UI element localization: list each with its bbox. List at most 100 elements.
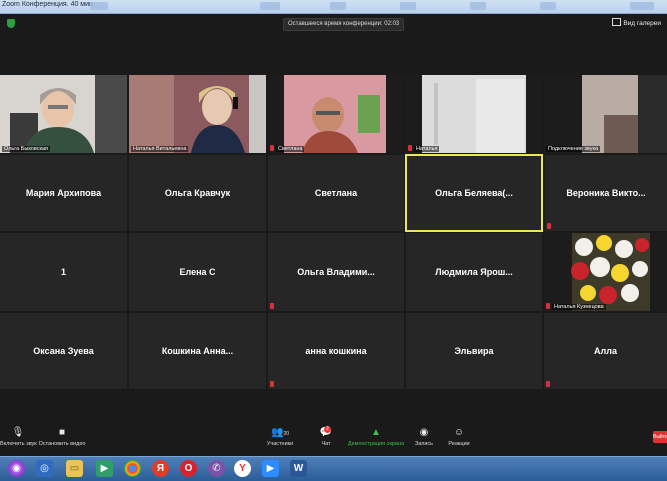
window-titlebar: Zoom Конференция. 40 мин (0, 0, 667, 14)
record-button[interactable]: ◉ Запись (412, 427, 436, 448)
participant-name: Ольга Владими... (297, 267, 375, 277)
participant-video-tile[interactable]: Ольга Быковская (0, 75, 127, 153)
participant-tile[interactable]: Ольга Владими... (268, 233, 404, 311)
leave-meeting-button[interactable]: Выйти (653, 431, 667, 443)
participant-video (544, 75, 667, 153)
window-title: Zoom Конференция. 40 мин (2, 1, 93, 8)
chat-label: Чат (321, 441, 331, 447)
participant-tile[interactable]: Эльвира (406, 313, 542, 389)
participants-icon: 👥20 (270, 427, 289, 438)
participant-tile[interactable]: 1 (0, 233, 127, 311)
share-screen-label: Демонстрация экрана (347, 441, 405, 447)
participant-tile[interactable]: Людмила Ярош... (406, 233, 542, 311)
participant-video-tile[interactable]: Наталья Витальевна (129, 75, 266, 153)
participant-name: Ольга Быковская (2, 146, 51, 152)
participant-video (129, 75, 266, 153)
reactions-button[interactable]: ☺ Реакции (446, 427, 472, 448)
reactions-label: Реакции (448, 441, 470, 447)
participant-name: Светлана (314, 188, 358, 198)
opera-icon[interactable]: O (180, 460, 197, 477)
meeting-timer: Оставшееся время конференции: 02:03 (283, 18, 405, 31)
title-blur (330, 2, 346, 10)
participant-video-tile[interactable]: Наталья Кузнецова (544, 233, 667, 311)
video-camera-icon: ■ (58, 427, 66, 438)
participant-name: Подключение звука (546, 146, 601, 152)
viber-icon[interactable]: ✆ (208, 460, 225, 477)
participant-name: Вероника Викто... (566, 188, 646, 198)
view-mode-label: Вид галереи (623, 20, 661, 27)
unmute-label: Включить звук (0, 441, 37, 447)
participant-video (268, 75, 404, 153)
unmute-button[interactable]: 🎙 Включить звук (0, 428, 37, 448)
start-orb-icon[interactable]: ◎ (36, 460, 53, 477)
participant-name: Кошкина Анна... (161, 346, 234, 356)
word-icon[interactable]: W (290, 460, 307, 477)
title-blur (400, 2, 416, 10)
chat-icon: 💬2 (316, 426, 336, 438)
record-icon: ◉ (419, 427, 429, 438)
participant-name: Оксана Зуева (33, 346, 94, 356)
explorer-icon[interactable]: ▭ (66, 460, 83, 477)
meeting-toolbar: 🎙 Включить звук ■ Остановить видео 👥20 У… (0, 424, 667, 454)
title-blur (630, 2, 654, 10)
participant-tile-active-speaker[interactable]: Ольга Беляева(... (405, 154, 543, 232)
grid-icon (612, 18, 622, 26)
participant-name: Ольга Беляева(... (435, 188, 513, 198)
reactions-icon: ☺ (453, 427, 465, 438)
participant-tile[interactable]: Кошкина Анна... (129, 313, 266, 389)
stop-video-label: Остановить видео (38, 441, 86, 447)
participant-name: Мария Архипова (25, 188, 102, 198)
yandex-icon[interactable]: Y (234, 460, 251, 477)
muted-mic-icon (547, 223, 551, 229)
participant-video (0, 75, 127, 153)
participant-tile[interactable]: анна кошкина (268, 313, 404, 389)
meeting-header: Оставшееся время конференции: 02:03 Вид … (0, 14, 667, 34)
os-taskbar: ◉ ◎ ▭ ▶ Я O ✆ Y ▶ W (0, 456, 667, 481)
record-label: Запись (414, 441, 434, 447)
participant-name: анна кошкина (305, 346, 367, 356)
zoom-icon[interactable]: ▶ (262, 460, 279, 477)
participant-name: Наталья Кузнецова (552, 304, 606, 310)
muted-mic-icon (270, 303, 274, 309)
shield-icon[interactable] (7, 19, 15, 28)
participant-video-tile[interactable]: Наталья (406, 75, 542, 153)
participant-name: Людмила Ярош... (435, 267, 513, 277)
title-blur (260, 2, 280, 10)
muted-mic-icon (270, 145, 274, 151)
participants-count: 20 (283, 431, 289, 437)
participant-name: Елена С (179, 267, 216, 277)
chat-button[interactable]: 💬2 Чат (316, 426, 336, 447)
yandex-alice-icon[interactable]: ◉ (8, 460, 25, 477)
participant-video-tile[interactable]: Светлана (268, 75, 404, 153)
share-screen-icon: ▲ (371, 427, 381, 438)
participant-name: Светлана (276, 146, 305, 152)
stop-video-button[interactable]: ■ Остановить видео (38, 427, 86, 448)
title-blur (540, 2, 556, 10)
participant-tile[interactable]: Елена С (129, 233, 266, 311)
participant-tile[interactable]: Оксана Зуева (0, 313, 127, 389)
participants-button[interactable]: 👥20 Участники (264, 427, 296, 448)
participant-tile[interactable]: Вероника Викто... (545, 155, 667, 231)
participant-name: 1 (60, 267, 66, 277)
participant-name: Алла (594, 346, 617, 356)
chrome-icon[interactable] (124, 460, 141, 477)
participant-video (544, 233, 667, 311)
muted-mic-icon (270, 381, 274, 387)
view-mode-button[interactable]: Вид галереи (612, 18, 661, 27)
title-blur (470, 2, 486, 10)
participant-name: Эльвира (454, 346, 494, 356)
participant-tile[interactable]: Ольга Кравчук (129, 155, 266, 231)
media-player-icon[interactable]: ▶ (96, 460, 113, 477)
share-screen-button[interactable]: ▲ Демонстрация экрана (346, 427, 406, 448)
participants-label: Участники (266, 441, 294, 447)
title-blur (90, 2, 108, 10)
participant-tile[interactable]: Мария Архипова (0, 155, 127, 231)
participant-video-tile[interactable]: Подключение звука (544, 75, 667, 153)
participant-tile[interactable]: Светлана (268, 155, 404, 231)
muted-mic-icon (408, 145, 412, 151)
participant-tile[interactable]: Алла (544, 313, 667, 389)
yandex-browser-icon[interactable]: Я (152, 460, 169, 477)
muted-mic-icon (546, 381, 550, 387)
participant-name: Наталья (414, 146, 440, 152)
chat-badge: 2 (324, 426, 331, 433)
